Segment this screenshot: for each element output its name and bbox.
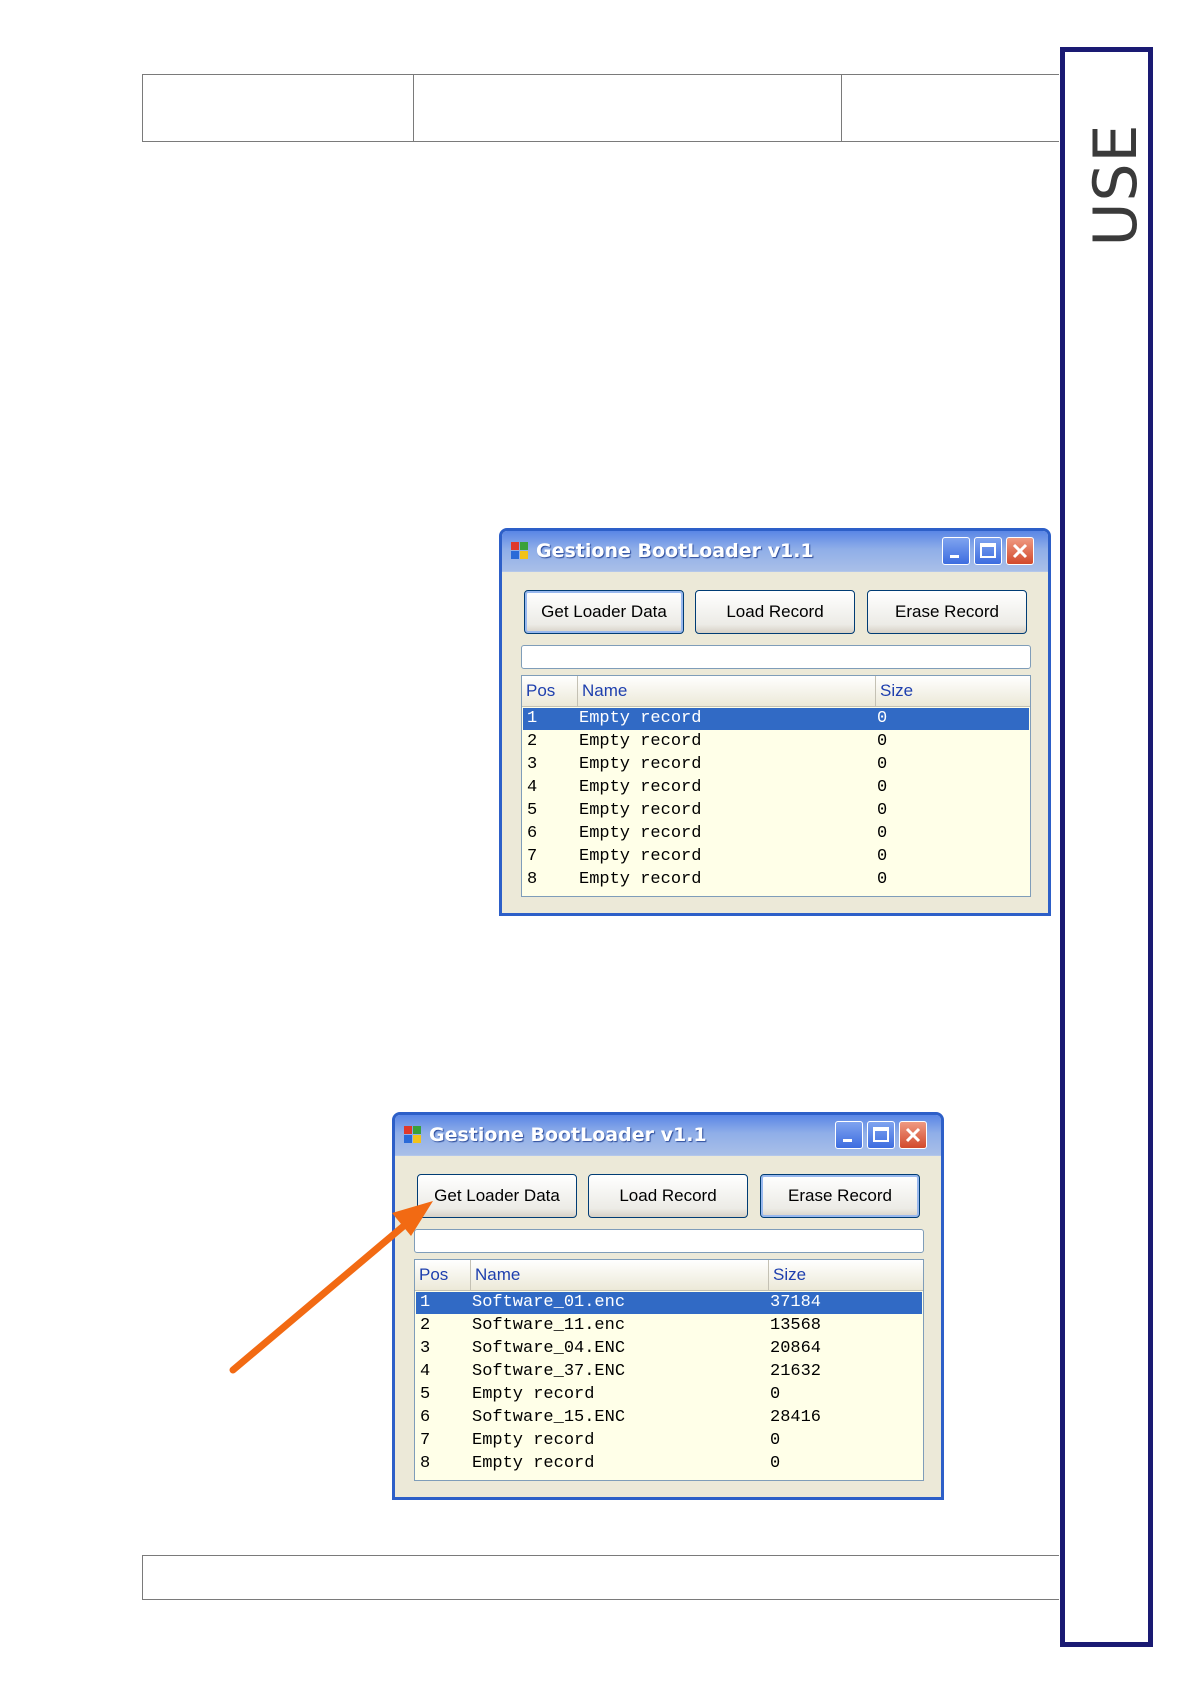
pointer-arrow-icon bbox=[229, 1201, 433, 1374]
